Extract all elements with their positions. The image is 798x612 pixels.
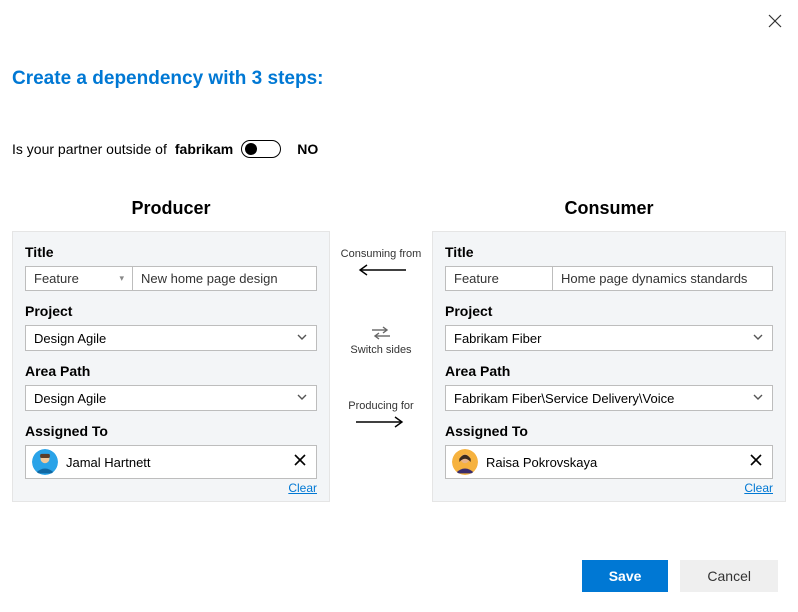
chevron-down-icon	[296, 330, 308, 346]
save-button[interactable]: Save	[582, 560, 669, 592]
consumer-type-value: Feature	[454, 271, 499, 286]
close-icon[interactable]	[768, 14, 782, 33]
consumer-project-value: Fabrikam Fiber	[454, 331, 541, 346]
partner-toggle[interactable]	[241, 140, 281, 158]
chevron-down-icon	[296, 390, 308, 406]
chevron-down-icon: ▾	[119, 273, 124, 284]
switch-sides-label: Switch sides	[350, 344, 411, 356]
consumer-assigned-input[interactable]: Raisa Pokrovskaya	[445, 445, 773, 479]
producer-panel: Title Feature ▾ New home page design Pro…	[12, 231, 330, 502]
producer-assigned-remove[interactable]	[290, 453, 310, 471]
producer-assigned-name: Jamal Hartnett	[66, 455, 290, 470]
producer-title-label: Title	[25, 244, 317, 260]
producer-heading: Producer	[12, 198, 330, 219]
consumer-project-label: Project	[445, 303, 773, 319]
arrow-left-icon	[351, 262, 411, 278]
consumer-assigned-label: Assigned To	[445, 423, 773, 439]
consumer-project-select[interactable]: Fabrikam Fiber	[445, 325, 773, 351]
middle-column: Consuming from Switch sides Producing fo…	[330, 198, 432, 430]
consumer-area-select[interactable]: Fabrikam Fiber\Service Delivery\Voice	[445, 385, 773, 411]
partner-question-prefix: Is your partner outside of	[12, 141, 167, 157]
producer-area-label: Area Path	[25, 363, 317, 379]
arrow-right-icon	[351, 414, 411, 430]
partner-question-org: fabrikam	[175, 141, 233, 157]
consumer-heading: Consumer	[432, 198, 786, 219]
consumer-title-label: Title	[445, 244, 773, 260]
switch-sides-icon[interactable]	[370, 324, 392, 342]
consumer-type-select[interactable]: Feature	[445, 266, 553, 291]
producer-type-value: Feature	[34, 271, 79, 286]
producer-project-value: Design Agile	[34, 331, 106, 346]
cancel-button[interactable]: Cancel	[680, 560, 778, 592]
producer-title-input[interactable]: New home page design	[133, 266, 317, 291]
partner-toggle-row: Is your partner outside of fabrikam NO	[12, 140, 318, 158]
consumer-area-value: Fabrikam Fiber\Service Delivery\Voice	[454, 391, 674, 406]
producer-type-select[interactable]: Feature ▾	[25, 266, 133, 291]
producer-project-label: Project	[25, 303, 317, 319]
producer-project-select[interactable]: Design Agile	[25, 325, 317, 351]
chevron-down-icon	[752, 330, 764, 346]
consumer-clear-link[interactable]: Clear	[744, 481, 773, 495]
consumer-assigned-remove[interactable]	[746, 453, 766, 471]
producer-clear-link[interactable]: Clear	[288, 481, 317, 495]
dialog-title: Create a dependency with 3 steps:	[12, 68, 324, 90]
producer-area-value: Design Agile	[34, 391, 106, 406]
consuming-from-label: Consuming from	[341, 248, 422, 260]
producing-for-label: Producing for	[348, 400, 413, 412]
consumer-title-input[interactable]: Home page dynamics standards	[553, 266, 773, 291]
consumer-assigned-name: Raisa Pokrovskaya	[486, 455, 746, 470]
footer: Save Cancel	[582, 560, 778, 592]
consumer-area-label: Area Path	[445, 363, 773, 379]
producer-assigned-input[interactable]: Jamal Hartnett	[25, 445, 317, 479]
consumer-panel: Title Feature Home page dynamics standar…	[432, 231, 786, 502]
producer-area-select[interactable]: Design Agile	[25, 385, 317, 411]
partner-toggle-state: NO	[297, 141, 318, 157]
avatar-icon	[32, 449, 58, 475]
producer-assigned-label: Assigned To	[25, 423, 317, 439]
avatar-icon	[452, 449, 478, 475]
chevron-down-icon	[752, 390, 764, 406]
